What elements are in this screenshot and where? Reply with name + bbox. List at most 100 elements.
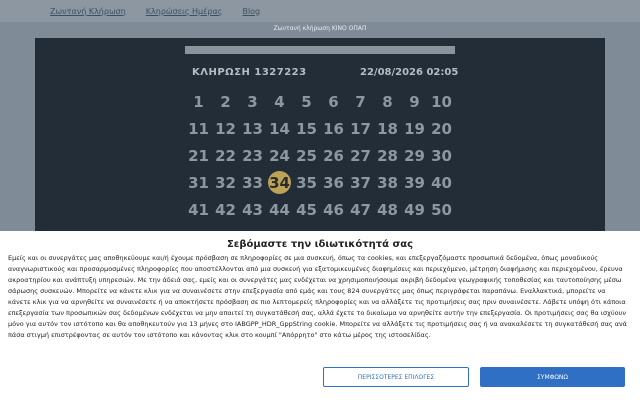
kino-number-label: 17 [350,119,371,138]
nav-link-live-draw[interactable]: Ζωντανή Κλήρωση [50,7,126,16]
kino-number-label: 2 [220,92,231,111]
kino-number-label: 7 [355,92,366,111]
kino-number-label: 22 [215,146,236,165]
kino-number-cell: 34 [266,169,293,196]
kino-number-cell: 36 [320,169,347,196]
kino-number-cell: 49 [401,196,428,223]
kino-number-cell: 8 [374,88,401,115]
kino-number-label: 4 [274,92,285,111]
kino-number-cell: 14 [266,115,293,142]
kino-number-label: 33 [242,173,263,192]
page-subtitle: Ζωντανή κλήρωση ΚΙΝΟ ΟΠΑΠ [273,25,367,32]
kino-number-cell: 44 [266,196,293,223]
consent-title: Σεβόμαστε την ιδιωτικότητά σας [226,239,414,250]
kino-number-cell: 33 [239,169,266,196]
kino-number-cell: 45 [293,196,320,223]
kino-number-label: 13 [242,119,263,138]
kino-number-cell: 11 [185,115,212,142]
nav-link-blog[interactable]: Blog [242,7,260,16]
kino-number-cell: 41 [185,196,212,223]
kino-number-cell: 4 [266,88,293,115]
kino-number-cell: 31 [185,169,212,196]
kino-number-label: 15 [296,119,317,138]
kino-number-label: 3 [247,92,258,111]
kino-number-label: 6 [328,92,339,111]
kino-number-cell: 17 [347,115,374,142]
kino-number-label: 8 [382,92,393,111]
kino-number-label: 38 [377,173,398,192]
kino-number-label: 12 [215,119,236,138]
kino-number-cell: 25 [293,142,320,169]
kino-number-cell: 9 [401,88,428,115]
top-navigation: Ζωντανή Κλήρωση Κληρώσεις Ημέρας Blog [0,0,640,22]
kino-number-label: 45 [296,200,317,219]
kino-number-cell: 19 [401,115,428,142]
kino-number-cell: 47 [347,196,374,223]
privacy-consent-dialog: Σεβόμαστε την ιδιωτικότητά σας Εμείς και… [0,231,640,400]
kino-number-label: 9 [409,92,420,111]
kino-number-label: 10 [431,92,452,111]
kino-number-cell: 22 [212,142,239,169]
kino-number-cell: 13 [239,115,266,142]
kino-number-label: 40 [431,173,452,192]
kino-number-label: 39 [404,173,425,192]
kino-number-cell: 18 [374,115,401,142]
kino-number-label: 46 [323,200,344,219]
kino-number-cell: 40 [428,169,455,196]
kino-number-cell: 32 [212,169,239,196]
nav-link-daily-draws[interactable]: Κληρώσεις Ημέρας [146,7,223,16]
kino-number-cell: 5 [293,88,320,115]
kino-number-cell: 20 [428,115,455,142]
kino-number-cell: 10 [428,88,455,115]
kino-number-cell: 12 [212,115,239,142]
kino-number-cell: 16 [320,115,347,142]
kino-number-label: 24 [269,146,290,165]
draw-number: ΚΛΗΡΩΣΗ 1327223 [192,67,307,78]
kino-number-label: 37 [350,173,371,192]
kino-number-label: 44 [269,200,290,219]
kino-number-label: 31 [188,173,209,192]
kino-number-label: 28 [377,146,398,165]
kino-number-cell: 7 [347,88,374,115]
kino-number-cell: 50 [428,196,455,223]
kino-number-cell: 15 [293,115,320,142]
kino-number-label: 19 [404,119,425,138]
kino-number-label: 49 [404,200,425,219]
consent-text: Εμείς και οι συνεργάτες μας αποθηκεύουμε… [8,254,627,339]
kino-board: ΚΛΗΡΩΣΗ 1327223 22/08/2026 02:05 1234567… [35,38,605,238]
number-grid: 1 2 3 4 5 6 7 8 9 10 11 12 13 14 15 16 17 18 19 20 21 22 23 24 2… [185,88,455,223]
kino-number-cell: 21 [185,142,212,169]
kino-number-cell: 43 [239,196,266,223]
more-options-button[interactable]: ΠΕΡΙΣΣΟΤΕΡΕΣ ΕΠΙΛΟΓΕΣ [323,367,469,387]
kino-number-cell: 39 [401,169,428,196]
kino-number-label: 20 [431,119,452,138]
kino-number-cell: 42 [212,196,239,223]
kino-number-cell: 27 [347,142,374,169]
kino-number-label: 34 [269,173,290,192]
kino-number-cell: 48 [374,196,401,223]
kino-number-label: 30 [431,146,452,165]
kino-number-label: 47 [350,200,371,219]
agree-button[interactable]: ΣΥΜΦΩΝΩ [480,367,625,387]
kino-number-label: 23 [242,146,263,165]
draw-progress-bar [185,46,455,54]
kino-number-label: 35 [296,173,317,192]
kino-number-label: 42 [215,200,236,219]
draw-datetime: 22/08/2026 02:05 [360,67,459,78]
kino-number-label: 36 [323,173,344,192]
kino-number-label: 50 [431,200,452,219]
kino-number-label: 14 [269,119,290,138]
kino-number-label: 5 [301,92,312,111]
kino-number-cell: 24 [266,142,293,169]
kino-number-label: 25 [296,146,317,165]
kino-number-label: 11 [188,119,209,138]
kino-number-cell: 2 [212,88,239,115]
kino-number-label: 48 [377,200,398,219]
kino-number-cell: 26 [320,142,347,169]
kino-number-cell: 6 [320,88,347,115]
kino-number-cell: 37 [347,169,374,196]
kino-number-label: 32 [215,173,236,192]
kino-number-label: 16 [323,119,344,138]
kino-number-label: 41 [188,200,209,219]
kino-number-cell: 1 [185,88,212,115]
